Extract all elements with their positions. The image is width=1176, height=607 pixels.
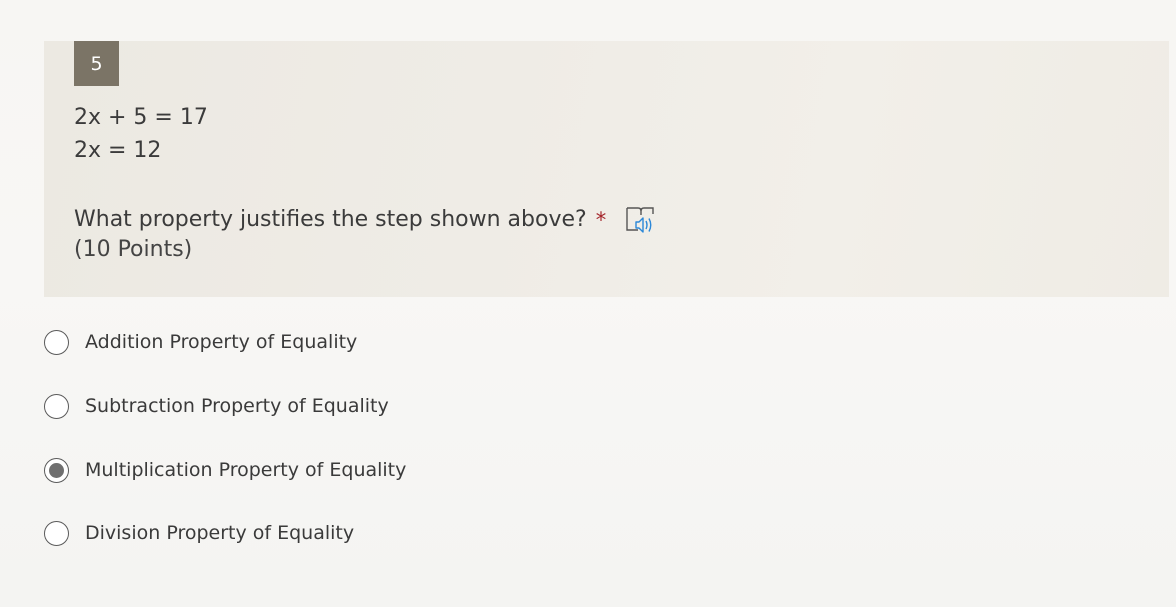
- option-label: Addition Property of Equality: [85, 331, 358, 353]
- radio-selected-dot: [49, 463, 64, 478]
- question-card: 5 2x + 5 = 17 2x = 12 What property just…: [44, 41, 1169, 297]
- option-label: Multiplication Property of Equality: [85, 459, 407, 481]
- option-label: Subtraction Property of Equality: [85, 395, 389, 417]
- immersive-reader-icon: [626, 207, 654, 233]
- question-title-row: What property justifies the step shown a…: [74, 205, 658, 235]
- option-label: Division Property of Equality: [85, 522, 355, 544]
- equation-line-2: 2x = 12: [74, 138, 162, 163]
- option-division[interactable]: Division Property of Equality: [44, 521, 354, 546]
- option-addition[interactable]: Addition Property of Equality: [44, 330, 357, 355]
- radio-button[interactable]: [44, 521, 69, 546]
- radio-button-selected[interactable]: [44, 458, 69, 483]
- option-subtraction[interactable]: Subtraction Property of Equality: [44, 394, 389, 419]
- immersive-reader-button[interactable]: [624, 205, 658, 235]
- question-number-badge: 5: [74, 41, 119, 86]
- option-multiplication[interactable]: Multiplication Property of Equality: [44, 458, 406, 483]
- radio-button[interactable]: [44, 394, 69, 419]
- radio-button[interactable]: [44, 330, 69, 355]
- question-points: (10 Points): [74, 237, 193, 262]
- required-marker: *: [595, 207, 607, 232]
- question-text: What property justifies the step shown a…: [74, 207, 587, 232]
- equation-line-1: 2x + 5 = 17: [74, 105, 208, 130]
